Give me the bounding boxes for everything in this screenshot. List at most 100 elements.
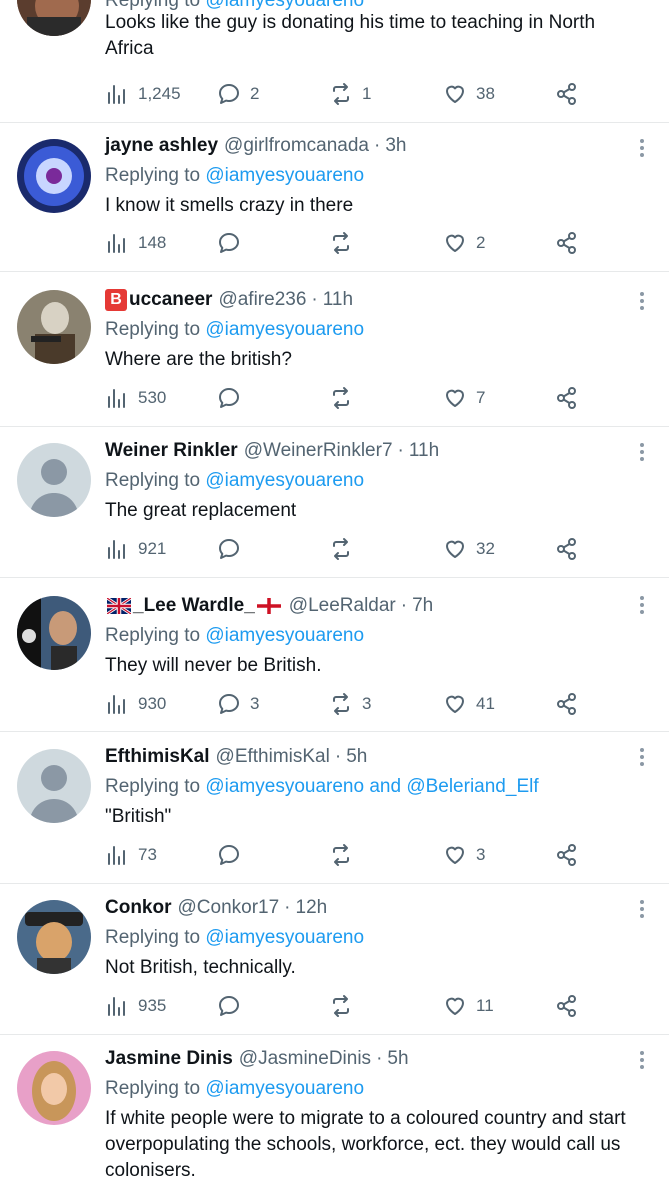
avatar[interactable] [17, 596, 91, 670]
avatar[interactable] [17, 290, 91, 364]
reply-button[interactable] [217, 842, 250, 868]
timestamp[interactable]: 3h [385, 133, 406, 159]
reply-mention-link[interactable]: @iamyesyouareno [205, 625, 364, 646]
display-name[interactable]: Conkor [105, 895, 172, 921]
avatar[interactable] [17, 1051, 91, 1125]
tweet-text: They will never be British. [105, 655, 322, 676]
retweet-button[interactable]: 1 [329, 81, 371, 107]
timestamp[interactable]: 5h [346, 744, 367, 770]
views-button[interactable]: 935 [105, 993, 166, 1019]
action-bar: 530 7 [105, 385, 585, 411]
tweet[interactable]: Jasmine Dinis @JasmineDinis · 5h Replyin… [0, 1035, 669, 1200]
retweet-button[interactable]: 3 [329, 691, 371, 717]
user-handle[interactable]: @afire236 [218, 287, 306, 313]
reply-mention-link-2[interactable]: @Beleriand_Elf [406, 776, 538, 797]
views-button[interactable]: 930 [105, 691, 166, 717]
tweet[interactable]: _Lee Wardle_ @LeeRaldar · 7h Replying to… [0, 578, 669, 731]
share-button[interactable] [555, 691, 579, 717]
heart-icon [446, 234, 464, 252]
avatar[interactable] [17, 443, 91, 517]
reply-icon [219, 233, 239, 253]
display-name[interactable]: uccaneer [129, 287, 212, 313]
more-options-icon[interactable] [637, 594, 647, 618]
views-button[interactable]: 530 [105, 385, 166, 411]
tweet[interactable]: Conkor @Conkor17 · 12h Replying to @iamy… [0, 884, 669, 1034]
user-handle[interactable]: @LeeRaldar [289, 593, 396, 619]
more-options-icon[interactable] [637, 137, 647, 161]
share-button[interactable] [555, 230, 579, 256]
share-button[interactable] [555, 81, 579, 107]
reply-button[interactable] [217, 993, 250, 1019]
like-button[interactable]: 2 [443, 230, 485, 256]
more-options-icon[interactable] [637, 1049, 647, 1073]
views-button[interactable]: 1,245 [105, 81, 181, 107]
display-name[interactable]: jayne ashley [105, 133, 218, 159]
display-name[interactable]: Weiner Rinkler [105, 438, 238, 464]
like-button[interactable]: 11 [443, 993, 494, 1019]
reply-mention-link[interactable]: @iamyesyouareno [205, 165, 364, 186]
replying-to: Replying to @iamyesyouareno [105, 165, 365, 186]
more-options-icon[interactable] [637, 898, 647, 922]
avatar[interactable] [17, 0, 91, 36]
retweet-icon [333, 995, 349, 1017]
share-button[interactable] [555, 993, 579, 1019]
like-button[interactable]: 41 [443, 691, 495, 717]
like-button[interactable]: 38 [443, 81, 495, 107]
like-button[interactable]: 32 [443, 536, 495, 562]
display-name[interactable]: EfthimisKal [105, 744, 210, 770]
more-options-icon[interactable] [637, 290, 647, 314]
user-handle[interactable]: @girlfromcanada [224, 133, 369, 159]
timestamp[interactable]: 7h [412, 593, 433, 619]
timestamp[interactable]: 11h [409, 438, 439, 464]
retweet-button[interactable] [329, 385, 362, 411]
tweet-top-partial[interactable]: Replying to @iamyesyouareno Looks like t… [0, 0, 669, 122]
avatar[interactable] [17, 139, 91, 213]
dot-separator: · [284, 897, 291, 918]
reply-button[interactable] [217, 536, 250, 562]
timestamp[interactable]: 12h [296, 895, 328, 921]
like-button[interactable]: 3 [443, 842, 485, 868]
action-bar: 935 11 [105, 993, 585, 1019]
reply-button[interactable] [217, 385, 250, 411]
reply-button[interactable]: 3 [217, 691, 259, 717]
retweet-button[interactable] [329, 993, 362, 1019]
share-button[interactable] [555, 842, 579, 868]
replying-to: Replying to @iamyesyouareno [105, 319, 365, 340]
retweet-button[interactable] [329, 536, 362, 562]
reply-button[interactable] [217, 230, 250, 256]
replying-to: Replying to @iamyesyouareno [105, 927, 365, 948]
display-name[interactable]: Jasmine Dinis [105, 1046, 233, 1072]
tweet-text: I know it smells crazy in there [105, 195, 354, 216]
views-button[interactable]: 148 [105, 230, 166, 256]
share-button[interactable] [555, 385, 579, 411]
more-options-icon[interactable] [637, 441, 647, 465]
reply-button[interactable]: 2 [217, 81, 259, 107]
views-button[interactable]: 73 [105, 842, 157, 868]
user-handle[interactable]: @WeinerRinkler7 [244, 438, 393, 464]
views-count: 73 [138, 845, 157, 864]
reply-mention-link[interactable]: @iamyesyouareno [205, 927, 364, 948]
like-count: 32 [476, 539, 495, 558]
reply-mention-link[interactable]: @iamyesyouareno [205, 1078, 364, 1099]
retweet-button[interactable] [329, 230, 362, 256]
tweet[interactable]: jayne ashley @girlfromcanada · 3h Replyi… [0, 123, 669, 271]
reply-mention-link[interactable]: @iamyesyouareno [205, 470, 364, 491]
tweet[interactable]: Buccaneer @afire236 · 11h Replying to @i… [0, 272, 669, 426]
user-handle[interactable]: @Conkor17 [178, 895, 280, 921]
like-button[interactable]: 7 [443, 385, 485, 411]
avatar[interactable] [17, 900, 91, 974]
reply-mention-link[interactable]: @iamyesyouareno [205, 319, 364, 340]
share-button[interactable] [555, 536, 579, 562]
user-handle[interactable]: @EfthimisKal [216, 744, 330, 770]
user-handle[interactable]: @JasmineDinis [239, 1046, 371, 1072]
timestamp[interactable]: 11h [323, 287, 353, 313]
tweet[interactable]: Weiner Rinkler @WeinerRinkler7 · 11h Rep… [0, 427, 669, 577]
retweet-button[interactable] [329, 842, 362, 868]
reply-mention-link[interactable]: @iamyesyouareno [205, 776, 364, 797]
tweet[interactable]: EfthimisKal @EfthimisKal · 5h Replying t… [0, 732, 669, 883]
timestamp[interactable]: 5h [387, 1046, 408, 1072]
views-button[interactable]: 921 [105, 536, 166, 562]
avatar[interactable] [17, 749, 91, 823]
display-name[interactable]: _Lee Wardle_ [133, 593, 255, 619]
more-options-icon[interactable] [637, 746, 647, 770]
